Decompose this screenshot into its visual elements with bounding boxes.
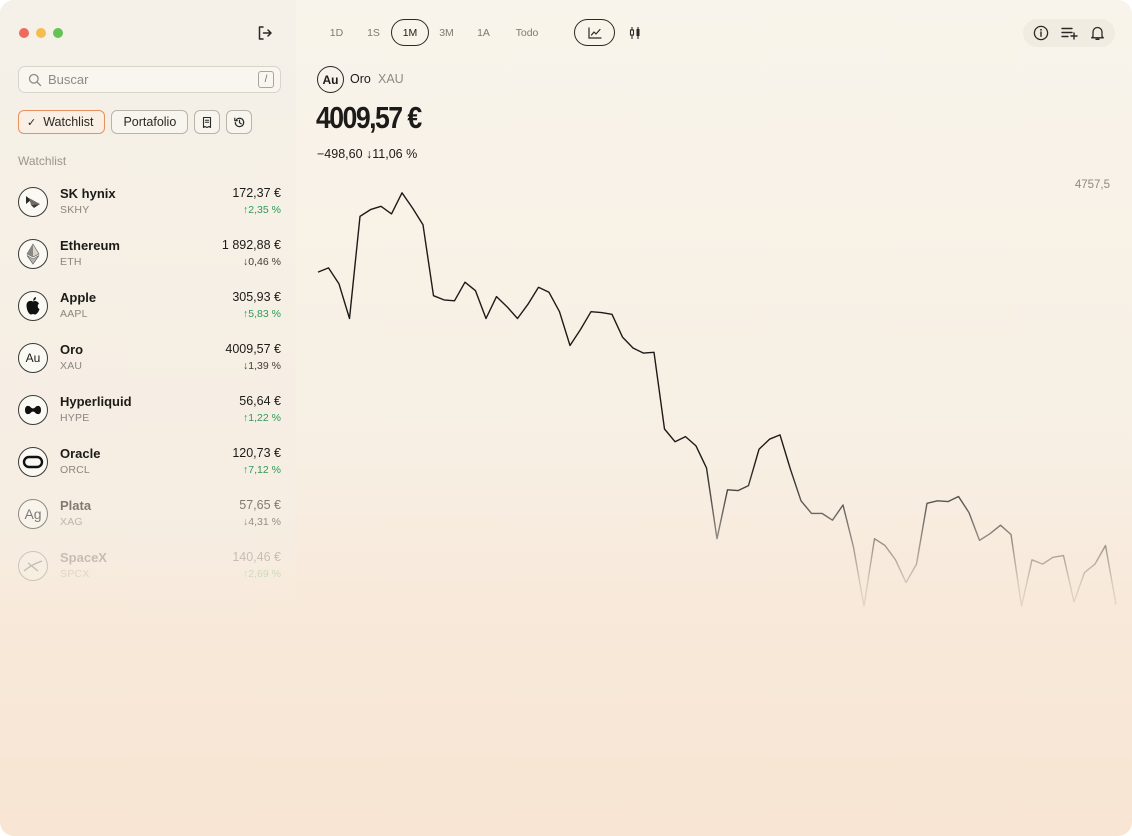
receipt-filter-button[interactable] [194, 110, 221, 134]
list-item[interactable]: Ag Plata XAG 57,65 € ↓4,31 % [0, 490, 296, 542]
zoom-window-button[interactable] [53, 28, 63, 38]
asset-ticker: HYPE [60, 412, 90, 424]
asset-change: ↑2,35 % [243, 204, 281, 216]
asset-ticker: ETH [60, 256, 82, 268]
asset-change: ↓1,39 % [243, 360, 281, 372]
asset-ticker-label: XAU [378, 72, 404, 86]
tab-range-todo[interactable]: Todo [502, 19, 552, 46]
gold-symbol-icon: Au [18, 343, 48, 373]
asset-ticker: XAU [60, 360, 83, 372]
candlestick-chart-button[interactable] [624, 19, 646, 46]
asset-name: Oro [60, 342, 84, 357]
search-input[interactable] [48, 72, 238, 87]
minimize-window-button[interactable] [36, 28, 46, 38]
asset-change: ↓0,46 % [243, 256, 281, 268]
history-icon [233, 117, 245, 127]
ethereum-logo-icon [18, 239, 48, 269]
asset-price: 120,73 € [232, 446, 281, 460]
app-window: / ✓ Watchlist Portafolio [0, 0, 1132, 836]
asset-name: Ethereum [60, 238, 120, 253]
asset-price: 172,37 € [232, 186, 281, 200]
watchlist-filter-label: Watchlist [43, 115, 94, 129]
line-chart-icon [587, 26, 602, 39]
list-item[interactable]: Ethereum ETH 1 892,88 € ↓0,46 % [0, 230, 296, 282]
bell-icon[interactable] [1090, 25, 1105, 41]
history-filter-button[interactable] [226, 110, 253, 134]
price-chart[interactable] [310, 170, 1122, 640]
sk-hynix-logo-icon [18, 187, 48, 217]
asset-ticker: XAG [60, 516, 83, 528]
asset-price: 140,46 € [232, 550, 281, 564]
tab-range-1d[interactable]: 1D [318, 19, 355, 46]
logout-icon[interactable] [256, 24, 274, 42]
close-window-button[interactable] [19, 28, 29, 38]
asset-name: SpaceX [60, 550, 107, 565]
asset-ticker: SKHY [60, 204, 90, 216]
asset-ticker: AAPL [60, 308, 88, 320]
asset-ticker: ORCL [60, 464, 90, 476]
window-controls [19, 28, 63, 38]
sidebar: / ✓ Watchlist Portafolio [0, 0, 296, 836]
asset-name: Oracle [60, 446, 101, 461]
asset-name: SK hynix [60, 186, 116, 201]
tab-range-1m[interactable]: 1M [391, 19, 429, 46]
search-shortcut-key: / [258, 71, 274, 88]
tab-range-3m[interactable]: 3M [428, 19, 465, 46]
asset-change: ↑7,12 % [243, 464, 281, 476]
oracle-logo-icon [18, 447, 48, 477]
line-chart-button[interactable] [574, 19, 615, 46]
asset-change: ↑1,22 % [243, 412, 281, 424]
search-field[interactable]: / [18, 66, 281, 93]
check-icon: ✓ [27, 116, 37, 129]
asset-name: Plata [60, 498, 92, 513]
portfolio-filter-button[interactable]: Portafolio [111, 110, 189, 134]
portfolio-filter-label: Portafolio [123, 115, 177, 129]
asset-price: 305,93 € [232, 290, 281, 304]
asset-price: 1 892,88 € [221, 238, 281, 252]
spacex-logo-icon [18, 551, 48, 581]
apple-logo-icon [18, 291, 48, 321]
candlestick-icon [629, 26, 640, 39]
watchlist-filter-button[interactable]: ✓ Watchlist [18, 110, 106, 134]
price-series-line [317, 192, 1117, 607]
asset-change: ↓4,31 % [243, 516, 281, 528]
asset-name: Apple [60, 290, 97, 305]
receipt-icon [203, 116, 212, 128]
asset-change: ↑2,69 % [243, 568, 281, 580]
asset-ticker: SPCX [60, 568, 90, 580]
tab-range-1a[interactable]: 1A [465, 19, 502, 46]
current-price: 4009,57 € [316, 100, 422, 135]
asset-badge: Au [317, 66, 344, 93]
price-change: −498,60 ↓11,06 % [317, 147, 418, 161]
asset-price: 4009,57 € [225, 342, 281, 356]
add-to-list-icon[interactable] [1061, 26, 1078, 40]
top-right-toolbar [1023, 19, 1115, 47]
watchlist: SK hynix SKHY 172,37 € ↑2,35 % Ethereum … [0, 178, 296, 594]
asset-name: Hyperliquid [60, 394, 132, 409]
search-icon [28, 73, 42, 86]
asset-price: 56,64 € [239, 394, 281, 408]
asset-title: Oro [350, 72, 371, 86]
filter-bar: ✓ Watchlist Portafolio [18, 110, 253, 134]
chart-type-toggle [574, 19, 646, 46]
silver-symbol-icon: Ag [18, 499, 48, 529]
asset-change: ↑5,83 % [243, 308, 281, 320]
list-item[interactable]: Oracle ORCL 120,73 € ↑7,12 % [0, 438, 296, 490]
list-item[interactable]: SpaceX SPCX 140,46 € ↑2,69 % [0, 542, 296, 594]
list-item[interactable]: Hyperliquid HYPE 56,64 € ↑1,22 % [0, 386, 296, 438]
list-item[interactable]: Au Oro XAU 4009,57 € ↓1,39 % [0, 334, 296, 386]
hyperliquid-logo-icon [18, 395, 48, 425]
list-item[interactable]: SK hynix SKHY 172,37 € ↑2,35 % [0, 178, 296, 230]
list-item[interactable]: Apple AAPL 305,93 € ↑5,83 % [0, 282, 296, 334]
tab-range-1s[interactable]: 1S [355, 19, 392, 46]
section-title: Watchlist [18, 154, 67, 168]
info-icon[interactable] [1033, 25, 1049, 41]
asset-price: 57,65 € [239, 498, 281, 512]
time-range-tabs: 1D 1S 1M 3M 1A Todo [318, 19, 552, 46]
